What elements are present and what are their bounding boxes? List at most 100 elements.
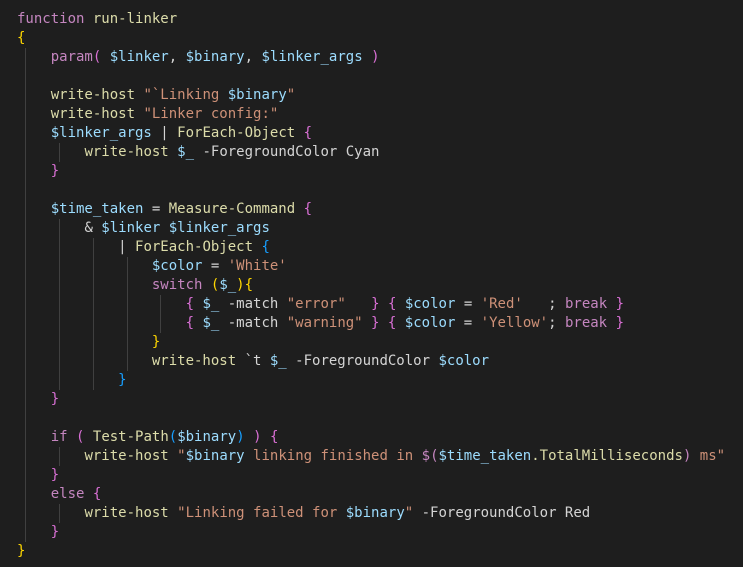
code-token: -ForegroundColor xyxy=(286,353,431,369)
code-line: if ( Test-Path($binary) ) { xyxy=(17,428,279,447)
code-token: " xyxy=(177,448,186,464)
code-token: } xyxy=(615,315,624,331)
code-token: $_ xyxy=(219,277,237,293)
code-token: { xyxy=(185,315,195,331)
code-token: $_ xyxy=(202,296,220,312)
code-token: { xyxy=(261,239,270,255)
code-line: switch ($_){ xyxy=(17,276,253,295)
code-line: $linker_args | ForEach-Object { xyxy=(17,124,312,143)
code-token: = xyxy=(455,296,481,312)
code-token: } xyxy=(50,391,60,407)
code-token: switch xyxy=(151,277,203,293)
code-line: $color = 'White' xyxy=(17,257,287,276)
code-token: "error" xyxy=(286,296,346,312)
code-token: $color xyxy=(151,258,203,274)
code-token: { xyxy=(185,296,195,312)
code-token: -ForegroundColor xyxy=(194,144,338,160)
code-token: ( xyxy=(168,429,178,445)
code-token: = xyxy=(143,201,169,217)
code-token: " xyxy=(404,505,414,521)
code-line: } xyxy=(17,333,160,352)
code-token: ) xyxy=(253,429,262,445)
code-line: } xyxy=(17,466,59,485)
code-token: -match xyxy=(219,315,287,331)
code-token: if xyxy=(50,429,68,445)
code-token: Test-Path xyxy=(92,429,169,445)
code-token: $linker xyxy=(101,220,161,236)
code-line: { xyxy=(17,29,25,48)
code-token: `t xyxy=(236,353,270,369)
code-editor[interactable]: function run-linker{ param( $linker, $bi… xyxy=(0,0,743,567)
code-line: param( $linker, $binary, $linker_args ) xyxy=(17,48,380,67)
code-line: { $_ -match "error" } { $color = 'Red' ;… xyxy=(17,295,624,314)
code-line: write-host `t $_ -ForegroundColor $color xyxy=(17,352,489,371)
code-token: | xyxy=(151,125,178,141)
code-token: "Linking failed for xyxy=(177,505,346,521)
code-token: -match xyxy=(219,296,287,312)
code-token: $_ xyxy=(269,353,287,369)
code-token: = xyxy=(202,258,228,274)
code-token: ; xyxy=(548,315,565,331)
code-token: 'Yellow' xyxy=(480,315,549,331)
code-line: } xyxy=(17,542,25,561)
code-token: $color xyxy=(404,315,456,331)
code-token: write-host xyxy=(50,87,136,103)
code-token: | xyxy=(17,239,136,255)
code-token: $_ xyxy=(177,144,195,160)
code-token: -ForegroundColor xyxy=(413,505,557,521)
code-token: = xyxy=(455,315,481,331)
code-line: write-host "$binary linking finished in … xyxy=(17,447,725,466)
code-token: } xyxy=(17,543,26,559)
code-token: { xyxy=(244,277,254,293)
code-token: 'Red' xyxy=(480,296,523,312)
code-token: $linker_args xyxy=(50,125,152,141)
code-token: } xyxy=(118,372,127,388)
code-line: $time_taken = Measure-Command { xyxy=(17,200,312,219)
code-token: $color xyxy=(404,296,456,312)
code-token: param xyxy=(50,49,93,65)
code-token: $_ xyxy=(202,315,220,331)
code-token: $binary xyxy=(227,87,287,103)
code-token: run-linker xyxy=(84,11,178,27)
code-line: write-host "`Linking $binary" xyxy=(17,86,295,105)
code-token: } xyxy=(151,334,161,350)
code-token: write-host xyxy=(84,448,169,464)
code-token: { xyxy=(92,486,102,502)
code-token: .TotalMilliseconds xyxy=(531,448,683,464)
code-token: ; xyxy=(522,296,565,312)
code-token: ForEach-Object xyxy=(177,125,296,141)
code-token: & xyxy=(84,220,102,236)
code-token: $linker_args xyxy=(168,220,270,236)
code-line: { $_ -match "warning" } { $color = 'Yell… xyxy=(17,314,624,333)
code-token: $linker xyxy=(109,49,169,65)
code-token: $binary xyxy=(185,49,245,65)
code-token: linking finished in xyxy=(244,448,422,464)
